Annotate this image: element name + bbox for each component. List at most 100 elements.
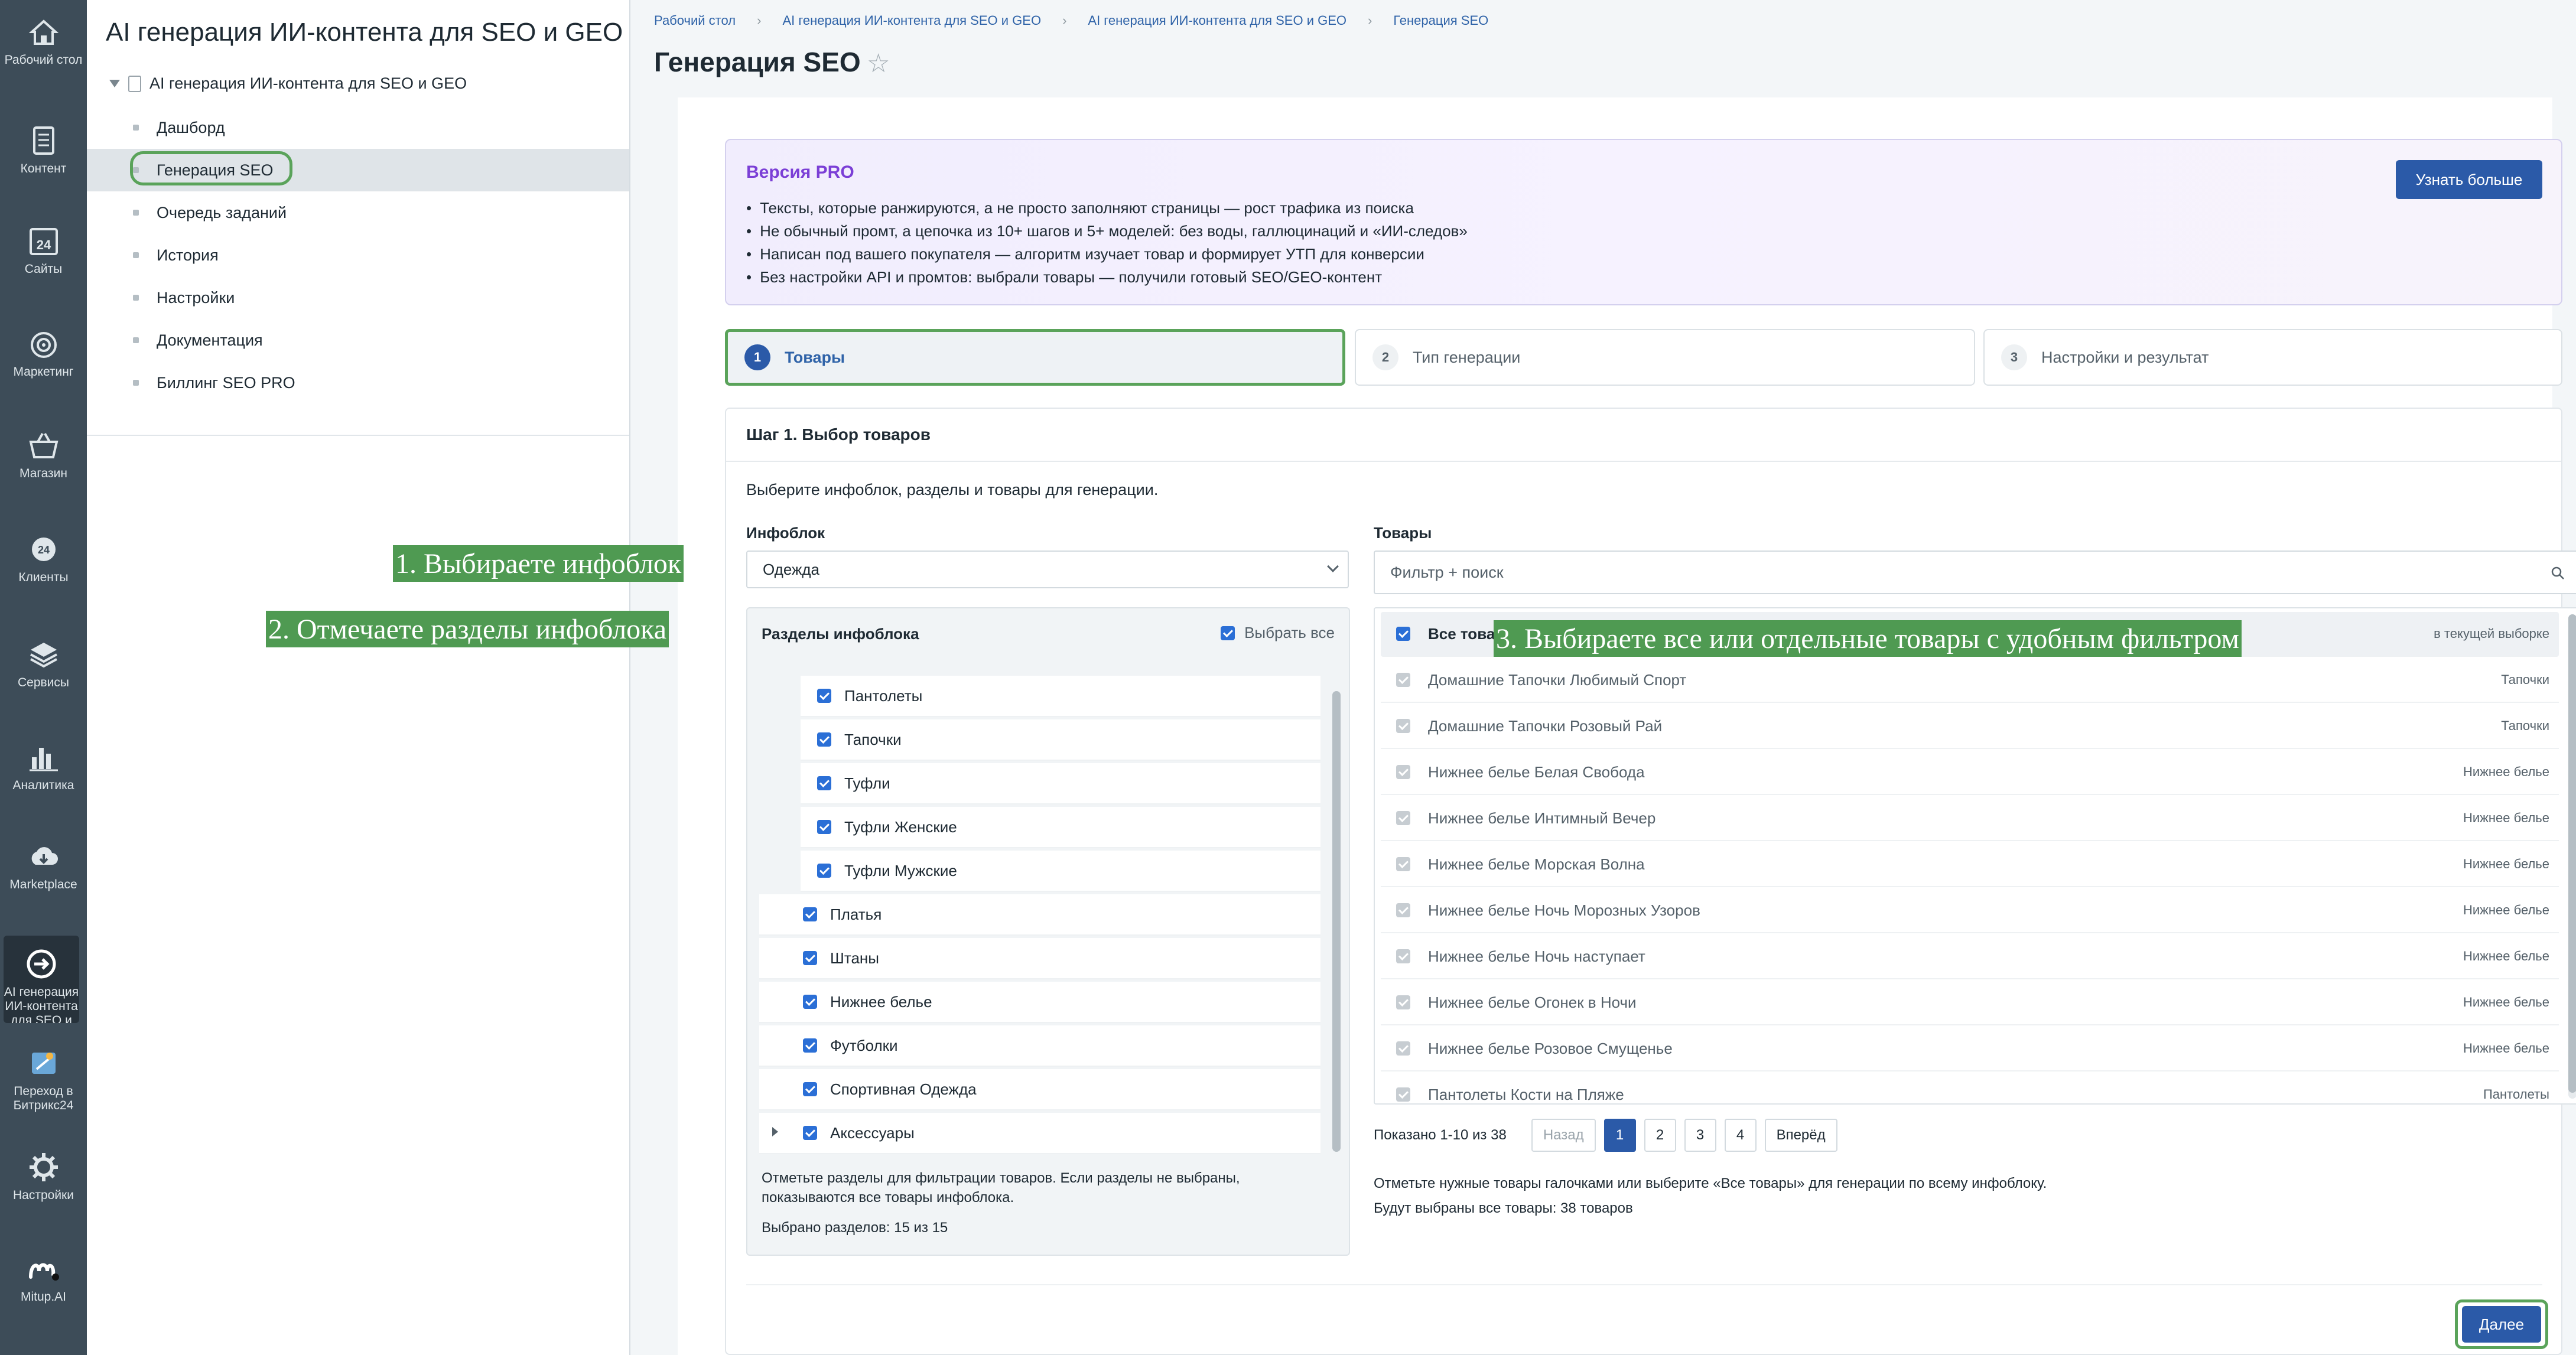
- product-row[interactable]: Домашние Тапочки Любимый Спорт Тапочки: [1381, 658, 2559, 703]
- product-category: Пантолеты: [2483, 1087, 2549, 1102]
- menu-item-history[interactable]: История: [87, 234, 629, 276]
- page-button[interactable]: 3: [1684, 1119, 1716, 1152]
- infoblock-select[interactable]: Одежда: [746, 551, 1349, 588]
- product-row[interactable]: Нижнее белье Огонек в Ночи Нижнее белье: [1381, 981, 2559, 1025]
- section-row[interactable]: Туфли: [801, 763, 1320, 804]
- checkbox[interactable]: [817, 732, 831, 747]
- breadcrumb-link[interactable]: Рабочий стол: [654, 13, 736, 28]
- checkbox[interactable]: [1396, 995, 1410, 1009]
- product-row[interactable]: Пантолеты Кости на Пляже Пантолеты: [1381, 1073, 2559, 1103]
- section-row[interactable]: Туфли Женские: [801, 807, 1320, 848]
- checkbox[interactable]: [1396, 719, 1410, 733]
- sections-label: Разделы инфоблока: [762, 625, 919, 643]
- checkbox[interactable]: [1396, 811, 1410, 825]
- step-settings-result[interactable]: 3 Настройки и результат: [1983, 329, 2562, 386]
- checkbox[interactable]: [1396, 949, 1410, 963]
- rail-item-desktop[interactable]: Рабочий стол: [0, 14, 87, 67]
- product-row[interactable]: Нижнее белье Ночь Морозных Узоров Нижнее …: [1381, 888, 2559, 933]
- sections-scrollbar[interactable]: [1332, 691, 1341, 1152]
- checkbox[interactable]: [817, 864, 831, 878]
- menu-item-docs[interactable]: Документация: [87, 319, 629, 361]
- checkbox[interactable]: [1396, 903, 1410, 917]
- section-row[interactable]: Футболки: [759, 1025, 1320, 1067]
- checkbox[interactable]: [1396, 857, 1410, 871]
- product-row[interactable]: Нижнее белье Ночь наступает Нижнее белье: [1381, 934, 2559, 979]
- product-row[interactable]: Нижнее белье Морская Волна Нижнее белье: [1381, 842, 2559, 887]
- checkbox[interactable]: [817, 820, 831, 834]
- prev-page-button[interactable]: Назад: [1531, 1119, 1596, 1152]
- step-products[interactable]: 1 Товары: [725, 329, 1345, 386]
- section-row[interactable]: Пантолеты: [801, 676, 1320, 717]
- rail-item-analytics[interactable]: Аналитика: [0, 740, 87, 793]
- section-row[interactable]: Нижнее белье: [759, 982, 1320, 1023]
- checkbox[interactable]: [803, 995, 817, 1009]
- checkbox[interactable]: [817, 689, 831, 703]
- product-search-input[interactable]: Фильтр + поиск: [1374, 551, 2576, 594]
- page-button[interactable]: 4: [1724, 1119, 1757, 1152]
- rail-item-mitup[interactable]: Mitup.AI: [0, 1251, 87, 1304]
- section-row[interactable]: Аксессуары: [759, 1113, 1320, 1154]
- checkbox[interactable]: [1221, 626, 1235, 640]
- product-row[interactable]: Домашние Тапочки Розовый Рай Тапочки: [1381, 704, 2559, 749]
- menu-item-billing[interactable]: Биллинг SEO PRO: [87, 361, 629, 404]
- menu-item-queue[interactable]: Очередь заданий: [87, 191, 629, 234]
- rail-item-clients[interactable]: 24 Клиенты: [0, 532, 87, 585]
- product-row[interactable]: Нижнее белье Интимный Вечер Нижнее белье: [1381, 796, 2559, 841]
- section-row[interactable]: Тапочки: [801, 719, 1320, 761]
- menu-item-seo-generation[interactable]: Генерация SEO: [87, 149, 629, 191]
- scrollbar-thumb[interactable]: [1332, 691, 1341, 1152]
- step-generation-type[interactable]: 2 Тип генерации: [1355, 329, 1975, 386]
- rail-item-shop[interactable]: Магазин: [0, 428, 87, 481]
- section-row[interactable]: Штаны: [759, 938, 1320, 979]
- rail-item-marketing[interactable]: Маркетинг: [0, 326, 87, 379]
- collapse-triangle-icon[interactable]: [109, 80, 120, 87]
- checkbox[interactable]: [803, 1038, 817, 1053]
- section-row[interactable]: Туфли Мужские: [801, 851, 1320, 892]
- checkbox[interactable]: [803, 1126, 817, 1140]
- layers-icon: [30, 643, 57, 668]
- step-number: 2: [1372, 344, 1398, 370]
- breadcrumb-link[interactable]: AI генерация ИИ-контента для SEO и GEO: [1088, 13, 1346, 28]
- rail-item-bitrix24[interactable]: Переход в Битрикс24: [0, 1045, 87, 1113]
- checkbox[interactable]: [803, 907, 817, 921]
- checkbox[interactable]: [1396, 1087, 1410, 1102]
- product-row[interactable]: Нижнее белье Белая Свобода Нижнее белье: [1381, 750, 2559, 795]
- rail-item-settings[interactable]: Настройки: [0, 1149, 87, 1203]
- select-all-checkbox[interactable]: Выбрать все: [1221, 624, 1335, 642]
- products-scrollbar[interactable]: [2568, 614, 2576, 1099]
- section-row[interactable]: Платья: [759, 894, 1320, 936]
- page-title: Генерация SEO: [654, 47, 861, 77]
- rail-item-marketplace[interactable]: Marketplace: [0, 839, 87, 892]
- product-row[interactable]: Нижнее белье Розовое Смущенье Нижнее бель…: [1381, 1027, 2559, 1071]
- page-button[interactable]: 2: [1644, 1119, 1676, 1152]
- star-icon[interactable]: ☆: [867, 48, 890, 79]
- menu-root-item[interactable]: AI генерация ИИ-контента для SEO и GEO: [109, 74, 467, 93]
- product-name: Нижнее белье Огонек в Ночи: [1428, 993, 1637, 1011]
- checkbox[interactable]: [803, 951, 817, 965]
- checkbox[interactable]: [1396, 673, 1410, 687]
- next-button[interactable]: Далее: [2462, 1306, 2541, 1343]
- rail-item-content[interactable]: Контент: [0, 123, 87, 176]
- menu-item-settings[interactable]: Настройки: [87, 276, 629, 319]
- checkbox[interactable]: [1396, 765, 1410, 779]
- product-name: Нижнее белье Морская Волна: [1428, 855, 1645, 873]
- sections-count: Выбрано разделов: 15 из 15: [762, 1220, 948, 1236]
- next-page-button[interactable]: Вперёд: [1764, 1119, 1837, 1152]
- checkbox[interactable]: [817, 776, 831, 790]
- learn-more-button[interactable]: Узнать больше: [2396, 160, 2542, 199]
- checkbox[interactable]: [1396, 1041, 1410, 1056]
- breadcrumb-link[interactable]: Генерация SEO: [1393, 13, 1488, 28]
- checkbox[interactable]: [803, 1082, 817, 1096]
- menu-item-dashboard[interactable]: Дашборд: [87, 106, 629, 149]
- rail-item-sites[interactable]: 24 Сайты: [0, 223, 87, 276]
- breadcrumb-link[interactable]: AI генерация ИИ-контента для SEO и GEO: [782, 13, 1041, 28]
- section-row[interactable]: Спортивная Одежда: [759, 1069, 1320, 1110]
- rail-item-services[interactable]: Сервисы: [0, 637, 87, 690]
- checkbox[interactable]: [1396, 627, 1410, 641]
- scrollbar-thumb[interactable]: [2568, 614, 2576, 1093]
- products-label: Товары: [1374, 524, 1432, 542]
- expand-triangle-icon[interactable]: [772, 1127, 778, 1136]
- page-button[interactable]: 1: [1604, 1119, 1636, 1152]
- search-icon[interactable]: [2551, 566, 2565, 580]
- rail-item-ai-generation[interactable]: AI генерация ИИ-контента для SEO и: [4, 936, 79, 1023]
